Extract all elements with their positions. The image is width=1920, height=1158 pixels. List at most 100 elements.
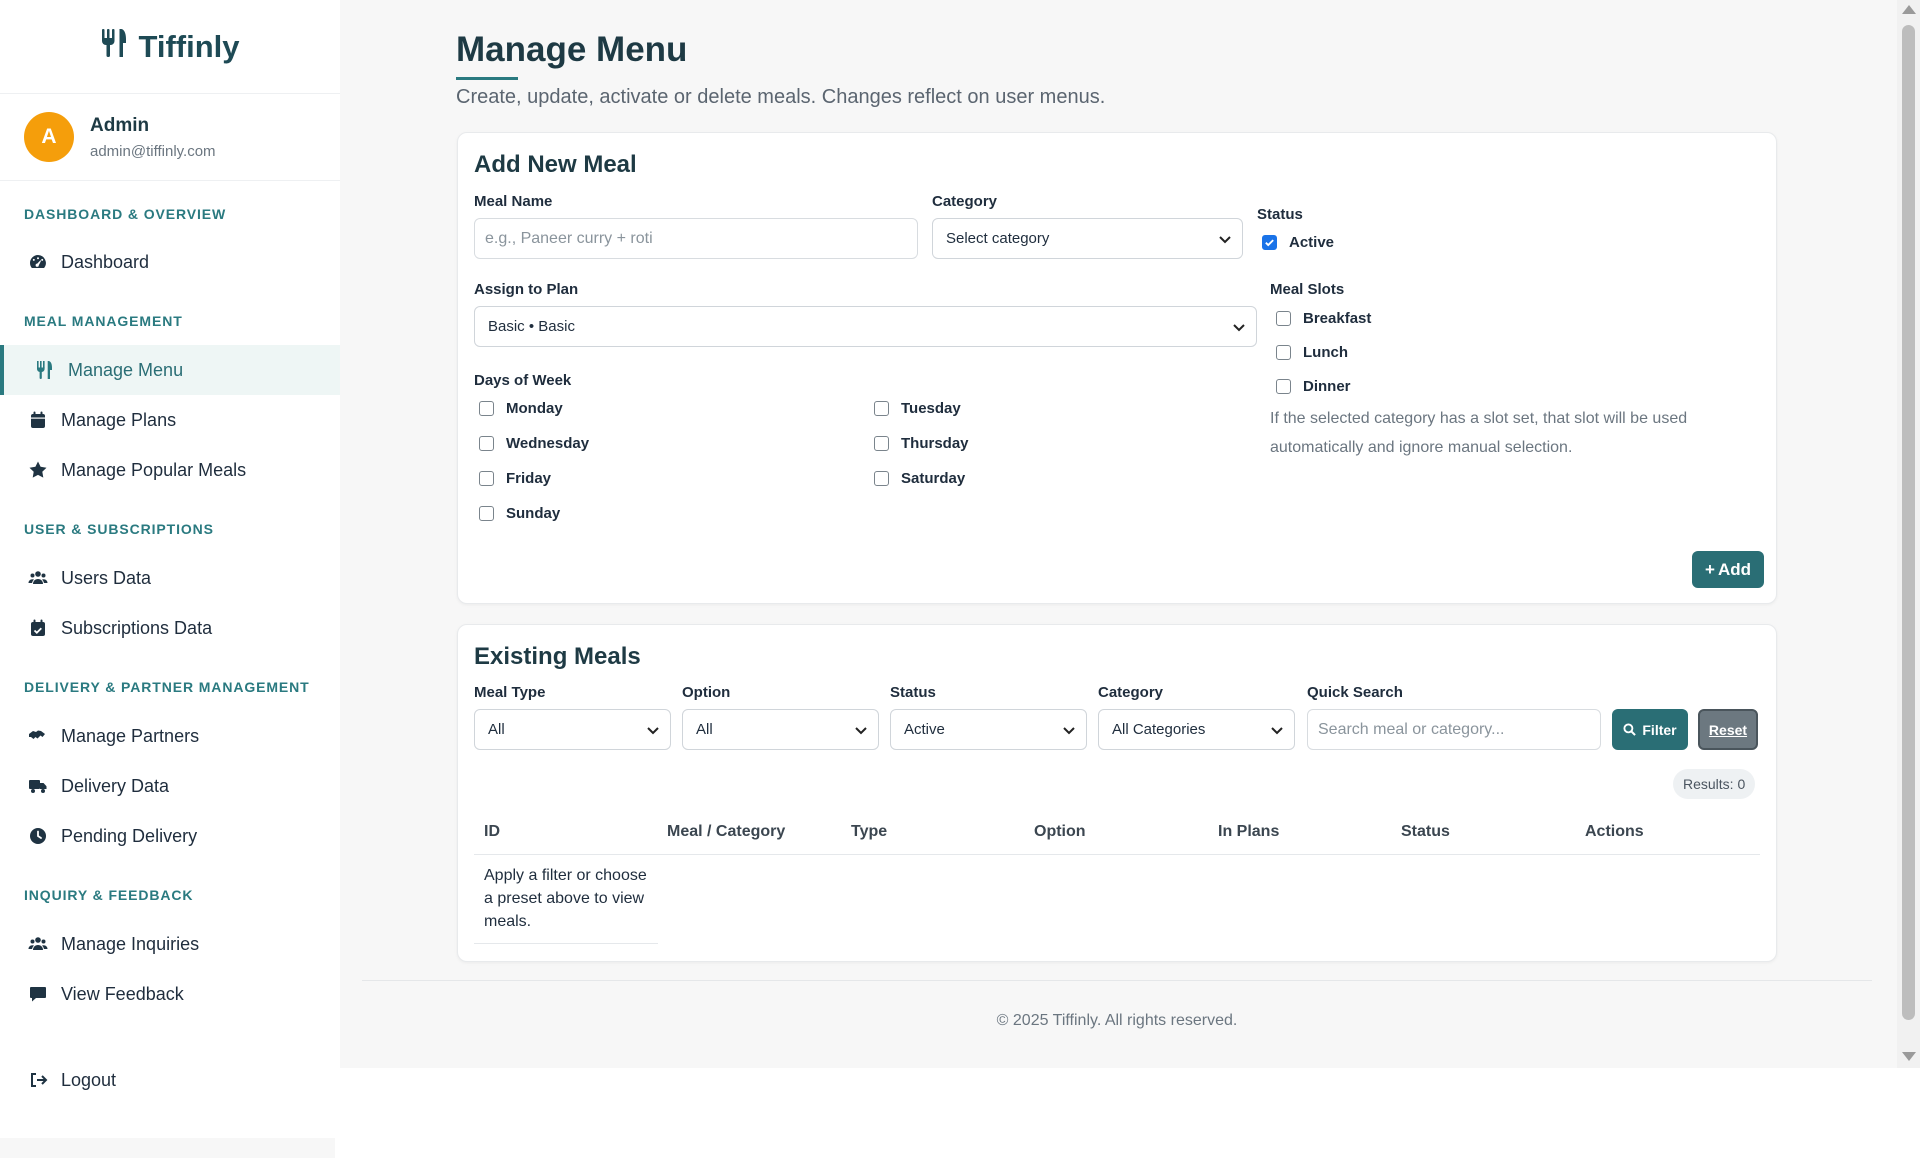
star-icon: [27, 459, 49, 481]
scroll-down-arrow-icon[interactable]: [1902, 1052, 1916, 1061]
sidebar-item-subscriptions-data[interactable]: Subscriptions Data: [0, 603, 340, 653]
sidebar-item-manage-plans[interactable]: Manage Plans: [0, 395, 340, 445]
sidebar-item-label: Manage Partners: [61, 725, 200, 746]
day-tuesday-checkbox[interactable]: Tuesday: [874, 400, 961, 417]
checkbox-icon: [874, 471, 889, 486]
sidebar-item-pending-delivery[interactable]: Pending Delivery: [0, 811, 340, 861]
meal-type-select[interactable]: All: [474, 709, 671, 750]
slot-label: Breakfast: [1303, 310, 1372, 327]
page-scrollbar[interactable]: [1897, 0, 1920, 1068]
section-user-subscriptions: User & Subscriptions: [24, 521, 214, 537]
meal-name-input[interactable]: [474, 218, 918, 259]
day-friday-checkbox[interactable]: Friday: [479, 470, 551, 487]
days-label: Days of Week: [474, 372, 572, 389]
col-header-type: Type: [851, 823, 888, 840]
checkbox-icon: [1276, 345, 1291, 360]
chevron-down-icon: [1233, 324, 1245, 332]
option-label: Option: [682, 684, 731, 701]
active-checkbox[interactable]: Active: [1262, 234, 1334, 251]
col-header-status: Status: [1401, 823, 1450, 840]
option-value: All: [696, 721, 713, 738]
page-bottom-area: [340, 1068, 1920, 1158]
day-label: Monday: [506, 400, 563, 417]
empty-table-message: Apply a filter or choose a preset above …: [484, 867, 647, 930]
existing-meals-title: Existing Meals: [474, 643, 641, 670]
day-monday-checkbox[interactable]: Monday: [479, 400, 563, 417]
slot-lunch-checkbox[interactable]: Lunch: [1276, 344, 1348, 361]
add-button-label: Add: [1717, 559, 1751, 579]
calendar-check-icon: [27, 617, 49, 639]
category-label: Category: [932, 193, 998, 210]
slot-label: Dinner: [1303, 378, 1351, 395]
sidebar-item-manage-partners[interactable]: Manage Partners: [0, 711, 340, 761]
checkbox-icon: [479, 401, 494, 416]
scrollbar-thumb[interactable]: [1902, 25, 1915, 1020]
users-icon: [27, 933, 49, 955]
checkbox-icon: [479, 471, 494, 486]
filter-button-label: Filter: [1642, 721, 1677, 738]
avatar: A: [24, 112, 74, 162]
col-header-meal-category: Meal / Category: [667, 823, 786, 840]
footer-copyright: © 2025 Tiffinly. All rights reserved.: [996, 1012, 1238, 1029]
sidebar-item-label: Subscriptions Data: [61, 617, 213, 638]
day-label: Wednesday: [506, 435, 590, 452]
scroll-up-arrow-icon[interactable]: [1902, 5, 1916, 14]
brand-name: Tiffinly: [138, 28, 240, 64]
add-meal-button[interactable]: + Add: [1692, 551, 1764, 588]
day-wednesday-checkbox[interactable]: Wednesday: [479, 435, 589, 452]
chevron-down-icon: [1219, 236, 1231, 244]
clock-icon: [27, 825, 49, 847]
filter-status-select[interactable]: Active: [890, 709, 1087, 750]
sidebar-item-manage-inquiries[interactable]: Manage Inquiries: [0, 919, 340, 969]
slot-note: If the selected category has a slot set,…: [1270, 410, 1688, 456]
handshake-icon: [27, 725, 49, 747]
plan-select[interactable]: Basic • Basic: [474, 306, 1257, 347]
day-label: Saturday: [901, 470, 966, 487]
page-subtitle: Create, update, activate or delete meals…: [456, 86, 1106, 108]
sidebar-item-manage-menu[interactable]: Manage Menu: [0, 345, 340, 395]
slot-breakfast-checkbox[interactable]: Breakfast: [1276, 310, 1371, 327]
option-select[interactable]: All: [682, 709, 879, 750]
day-label: Friday: [506, 470, 552, 487]
checkbox-icon: [479, 436, 494, 451]
sidebar-item-dashboard[interactable]: Dashboard: [0, 237, 340, 287]
sidebar-item-view-feedback[interactable]: View Feedback: [0, 969, 340, 1019]
slot-dinner-checkbox[interactable]: Dinner: [1276, 378, 1351, 395]
slot-label: Lunch: [1303, 344, 1348, 361]
results-count-badge: Results: 0: [1673, 769, 1756, 799]
checkbox-icon: [1276, 311, 1291, 326]
logout-button[interactable]: Logout: [0, 1055, 340, 1105]
admin-profile: A Admin admin@tiffinly.com: [0, 94, 340, 181]
sidebar-item-users-data[interactable]: Users Data: [0, 553, 340, 603]
sidebar-item-label: Pending Delivery: [61, 825, 198, 846]
category-select-value: Select category: [946, 230, 1050, 247]
meal-type-label: Meal Type: [474, 684, 546, 701]
sidebar-item-label: Users Data: [61, 567, 152, 588]
existing-meals-card: [457, 624, 1777, 962]
sidebar-item-manage-popular-meals[interactable]: Manage Popular Meals: [0, 445, 340, 495]
filter-category-select[interactable]: All Categories: [1098, 709, 1295, 750]
table-row-divider: [474, 943, 658, 944]
meal-slots-label: Meal Slots: [1270, 281, 1345, 298]
section-inquiry-feedback: Inquiry & Feedback: [24, 887, 194, 903]
day-saturday-checkbox[interactable]: Saturday: [874, 470, 965, 487]
plan-select-value: Basic • Basic: [488, 318, 575, 335]
quick-search-input[interactable]: [1307, 709, 1601, 750]
sidebar-item-label: Manage Menu: [68, 359, 184, 380]
add-meal-title: Add New Meal: [474, 151, 637, 178]
day-label: Sunday: [506, 505, 561, 522]
day-sunday-checkbox[interactable]: Sunday: [479, 505, 560, 522]
sidebar-item-delivery-data[interactable]: Delivery Data: [0, 761, 340, 811]
table-header-divider: [474, 854, 1760, 855]
sidebar-item-label: Manage Popular Meals: [61, 459, 247, 480]
sidebar-item-label: Manage Inquiries: [61, 933, 200, 954]
checkbox-icon: [874, 436, 889, 451]
filter-category-label: Category: [1098, 684, 1164, 701]
filter-button[interactable]: Filter: [1612, 709, 1688, 750]
brand[interactable]: Tiffinly: [0, 0, 340, 94]
day-thursday-checkbox[interactable]: Thursday: [874, 435, 969, 452]
category-select[interactable]: Select category: [932, 218, 1243, 259]
reset-button[interactable]: Reset: [1698, 709, 1758, 750]
comment-icon: [27, 983, 49, 1005]
add-meal-card: [457, 132, 1777, 604]
